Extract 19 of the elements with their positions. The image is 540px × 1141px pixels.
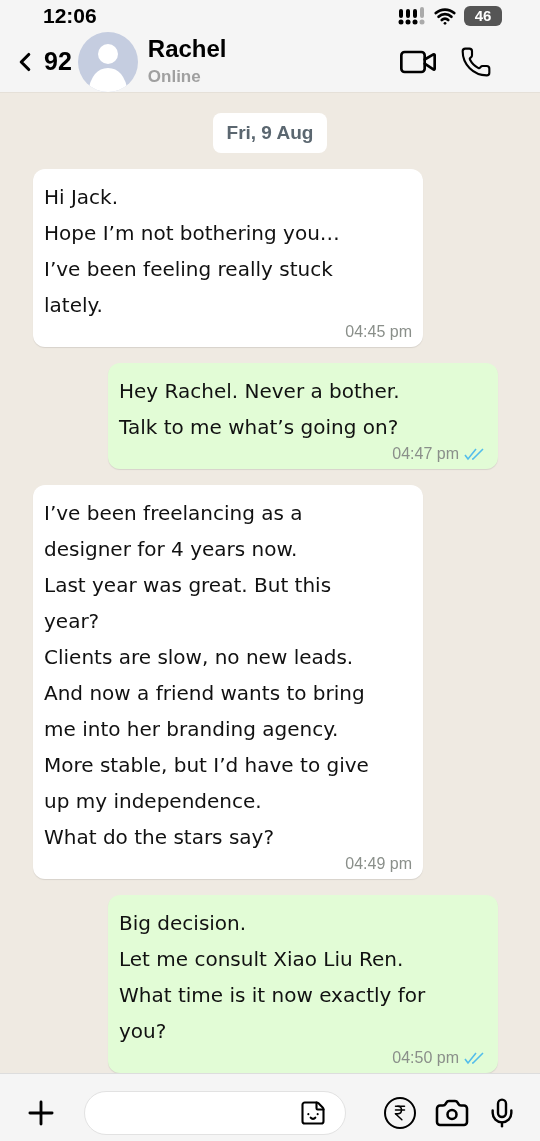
message-text: I’ve been freelancing as a designer for 4 years now. Last year was great. But this year? Clients are slow, no new leads. And now a friend wants to bring me into her branding agency. More stable, but I’d have to give up my independence. What do the stars say?: [44, 500, 370, 851]
call-button[interactable]: [460, 45, 492, 78]
message-text: Hey Rachel. Never a bother. Talk to me what’s going on?: [119, 378, 401, 441]
signal-icon: [398, 5, 426, 26]
back-button[interactable]: 92: [10, 42, 72, 81]
message-time: 04:50 pm: [392, 1048, 459, 1068]
sticker-icon[interactable]: [299, 1099, 327, 1127]
contact-status: Online: [147, 65, 202, 88]
message-text: Hi Jack. Hope I’m not bothering you… I’ve been feeling really stuck lately.: [44, 184, 341, 319]
message-time: 04:45 pm: [345, 322, 412, 342]
message-input-field[interactable]: [84, 1091, 346, 1135]
date-chip: Fri, 9 Aug: [212, 112, 328, 153]
payment-button[interactable]: [384, 1097, 416, 1129]
status-time: 12:06: [43, 3, 97, 29]
message-time: 04:47 pm: [392, 444, 459, 464]
message-time: 04:49 pm: [345, 854, 412, 874]
contact-name: Rachel: [147, 33, 227, 64]
battery-indicator: 46: [464, 5, 502, 26]
message-text: Big decision. Let me consult Xiao Liu Ren. What time is it now exactly for you?: [119, 910, 427, 1045]
